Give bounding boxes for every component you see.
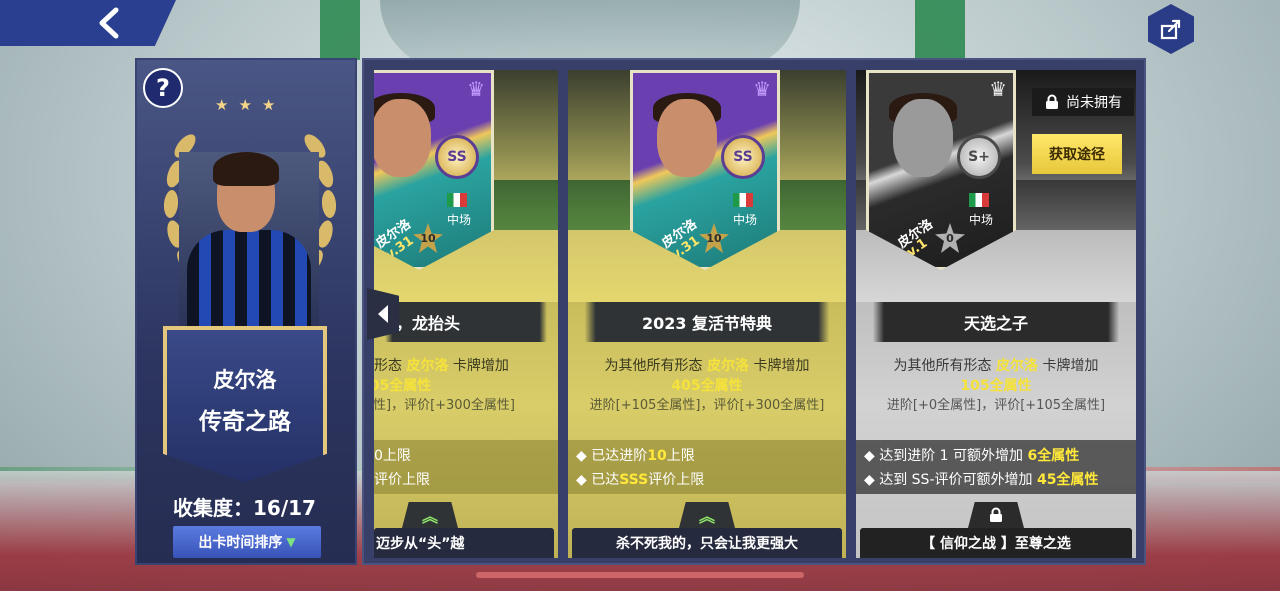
- card-footer: 杀不死我的，只会让我更强大: [572, 528, 842, 558]
- crown-icon: ♛: [467, 77, 485, 101]
- rank-badge: SS: [435, 135, 479, 179]
- not-owned-label: 尚未拥有: [1066, 95, 1122, 111]
- crown-icon: ♛: [753, 77, 771, 101]
- position-label: 中场: [446, 213, 471, 227]
- player-card-art: ♛ S+ 中场 皮尔洛 Lv.1 0: [866, 70, 1016, 270]
- list-item: ◆ 达到进阶 1 可额外增加 6全属性: [864, 448, 1080, 464]
- card-description: 为其他所有形态 皮尔洛 卡牌增加 405全属性 进阶[+105全属性]，评价[+…: [589, 358, 825, 413]
- position-label: 中场: [968, 213, 993, 227]
- player-summary-panel: ? ★★★ 皮尔洛 传奇之路 收集度：16/17 出卡时间排序 ▼: [135, 58, 357, 565]
- get-method-button[interactable]: 获取途径: [1032, 134, 1122, 174]
- italy-flag-icon: [447, 193, 467, 207]
- double-chevron-up-icon[interactable]: ︽: [402, 502, 458, 528]
- player-card-art: ♛ SS 中场 皮尔洛 Lv.31 10: [374, 70, 494, 270]
- form-card[interactable]: ♛ SS 中场 皮尔洛 Lv.31 10 二，龙抬头 有形态 皮尔洛 卡牌增加 …: [374, 70, 558, 558]
- card-description: 为其他所有形态 皮尔洛 卡牌增加 105全属性 进阶[+0全属性]，评价[+10…: [886, 358, 1106, 413]
- list-item: 0上限: [374, 448, 411, 464]
- share-button[interactable]: [1148, 4, 1194, 54]
- series-banner: 皮尔洛 传奇之路: [163, 326, 327, 482]
- background-pillar: [320, 0, 360, 60]
- lock-icon: [968, 502, 1024, 528]
- back-arrow-icon: [99, 7, 119, 39]
- series-title: 传奇之路: [199, 409, 291, 435]
- share-icon: [1160, 19, 1181, 40]
- double-chevron-up-icon[interactable]: ︽: [679, 502, 735, 528]
- list-item: ◆ 已达SSS评价上限: [576, 472, 705, 488]
- background-pillar: [915, 0, 965, 60]
- position-label: 中场: [732, 213, 757, 227]
- card-footer: 【 信仰之战 】至尊之选: [860, 528, 1132, 558]
- card-title: 天选之子: [856, 302, 1136, 342]
- rank-badge: SS: [721, 135, 765, 179]
- card-title: 二，龙抬头: [374, 302, 558, 342]
- back-button[interactable]: [0, 0, 176, 46]
- list-item: ◆ 达到 SS-评价可额外增加 45全属性: [864, 472, 1099, 488]
- player-name: 皮尔洛: [213, 368, 277, 392]
- lock-icon: [1046, 94, 1058, 109]
- sort-button-label: 出卡时间排序: [198, 535, 283, 551]
- sort-button[interactable]: 出卡时间排序 ▼: [173, 526, 321, 558]
- card-title: 2023 复活节特典: [568, 302, 846, 342]
- player-card-art: ♛ SS 中场 皮尔洛 Lv.31 10: [630, 70, 780, 270]
- star-level-badge: 10: [413, 223, 443, 253]
- scroll-left-button[interactable]: [367, 288, 399, 340]
- rank-badge: S+: [957, 135, 1001, 179]
- star-level-badge: 0: [935, 223, 965, 253]
- not-owned-tag: 尚未拥有: [1032, 88, 1134, 116]
- card-carousel[interactable]: ♛ SS 中场 皮尔洛 Lv.31 10 二，龙抬头 有形态 皮尔洛 卡牌增加 …: [362, 58, 1146, 565]
- bonus-list: ◆ 达到进阶 1 可额外增加 6全属性 ◆ 达到 SS-评价可额外增加 45全属…: [856, 440, 1136, 494]
- bonus-list: 0上限 评价上限: [374, 440, 558, 494]
- collection-progress: 收集度：16/17: [173, 496, 316, 520]
- list-item: 评价上限: [374, 472, 430, 488]
- home-indicator[interactable]: [476, 572, 804, 578]
- crown-icon: ♛: [989, 77, 1007, 101]
- italy-flag-icon: [733, 193, 753, 207]
- bonus-list: ◆ 已达进阶10上限 ◆ 已达SSS评价上限: [568, 440, 846, 494]
- card-stage: ♛ S+ 中场 皮尔洛 Lv.1 0 尚未拥有 获取途径: [856, 70, 1136, 302]
- player-portrait: [179, 152, 319, 326]
- star-level-badge: 10: [699, 223, 729, 253]
- form-card[interactable]: ♛ SS 中场 皮尔洛 Lv.31 10 2023 复活节特典 为其他所有形态 …: [568, 70, 846, 558]
- form-card[interactable]: ♛ S+ 中场 皮尔洛 Lv.1 0 尚未拥有 获取途径 天选之子 为其他所有形…: [856, 70, 1136, 558]
- card-footer: 迈步从“头”越: [374, 528, 554, 558]
- card-stage: ♛ SS 中场 皮尔洛 Lv.31 10: [374, 70, 558, 302]
- chevron-left-icon: [378, 305, 388, 323]
- help-icon[interactable]: ?: [143, 68, 183, 108]
- italy-flag-icon: [969, 193, 989, 207]
- list-item: ◆ 已达进阶10上限: [576, 448, 695, 464]
- dropdown-arrow-icon: ▼: [286, 535, 296, 549]
- card-stage: ♛ SS 中场 皮尔洛 Lv.31 10: [568, 70, 846, 302]
- card-description: 有形态 皮尔洛 卡牌增加 405全属性 属性]，评价[+300全属性]: [374, 358, 515, 413]
